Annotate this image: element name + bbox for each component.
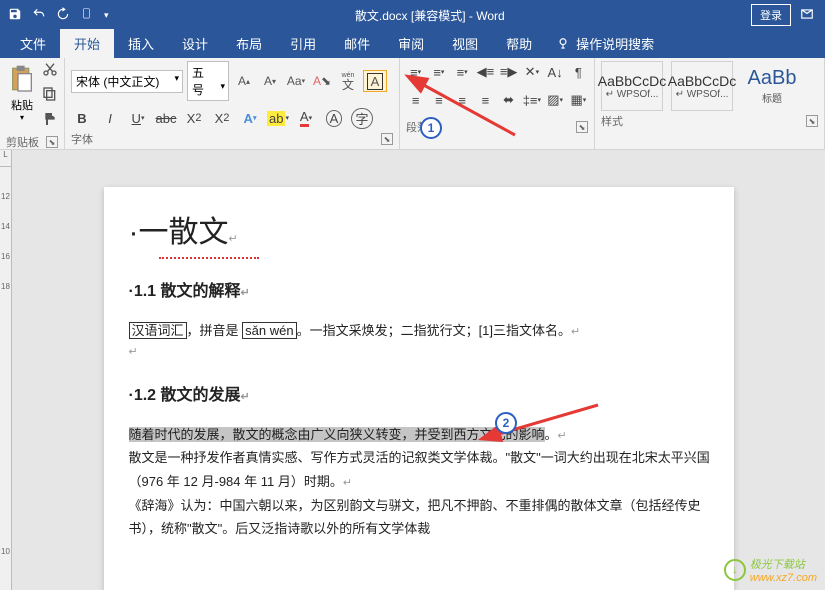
group-font: 宋体 (中文正文)▾ 五号▾ A▴ A▾ Aa▾ A⬊ wén文 A B I U… (65, 58, 400, 149)
tab-mailings[interactable]: 邮件 (330, 29, 384, 58)
asian-layout-button[interactable]: ✕▾ (522, 61, 541, 83)
save-icon[interactable] (8, 7, 22, 24)
vertical-ruler[interactable]: 12 14 16 18 10 (0, 167, 12, 590)
shrink-font-button[interactable]: A▾ (259, 71, 281, 91)
paragraph-dialog-launcher[interactable]: ⬊ (576, 121, 588, 133)
undo-icon[interactable] (32, 7, 46, 24)
paragraph-3: 散文是一种抒发作者真情实感、写作方式灵活的记叙类文学体裁。"散文"一词大约出现在… (129, 446, 714, 493)
annotation-callout-1: 1 (420, 117, 442, 139)
selected-text: 随着时代的发展，散文的概念由广义向狭义转变，并受到西方文化的影响 (129, 427, 545, 442)
document-page[interactable]: ·一散文↵ ·1.1 散文的解释↵ 汉语词汇，拼音是 sǎn wén。一指文采焕… (104, 187, 734, 590)
paste-label: 粘贴 (11, 97, 33, 113)
tab-insert[interactable]: 插入 (114, 29, 168, 58)
cut-icon[interactable] (42, 61, 58, 82)
align-right-button[interactable]: ≡ (453, 89, 472, 111)
tab-references[interactable]: 引用 (276, 29, 330, 58)
ruler-corner[interactable]: L (0, 150, 12, 167)
document-canvas[interactable]: ·一散文↵ ·1.1 散文的解释↵ 汉语词汇，拼音是 sǎn wén。一指文采焕… (12, 167, 825, 590)
font-group-label: 字体 (71, 131, 93, 147)
char-border-button[interactable]: A (363, 70, 387, 92)
window-title: 散文.docx [兼容模式] - Word (109, 7, 751, 24)
numbering-button[interactable]: ≡▾ (429, 61, 448, 83)
watermark: ↓ 极光下载站 www.xz7.com (724, 556, 817, 584)
superscript-button[interactable]: X2 (211, 107, 233, 129)
tab-help[interactable]: 帮助 (492, 29, 546, 58)
phonetic-guide-button[interactable]: wén文 (337, 71, 359, 91)
clipboard-dialog-launcher[interactable]: ⬊ (46, 136, 58, 148)
format-painter-icon[interactable] (42, 111, 58, 132)
paste-dropdown-icon[interactable]: ▾ (20, 113, 24, 122)
tab-file[interactable]: 文件 (6, 29, 60, 58)
align-left-button[interactable]: ≡ (406, 89, 425, 111)
group-styles: AaBbCcDc ↵ WPSOf... AaBbCcDc ↵ WPSOf... … (595, 58, 825, 149)
font-family-select[interactable]: 宋体 (中文正文)▾ (71, 70, 183, 93)
font-size-select[interactable]: 五号▾ (187, 61, 229, 101)
ribbon: 粘贴 ▾ 剪贴板⬊ 宋体 (中文正文)▾ 五号▾ A▴ A▾ Aa▾ A⬊ wé… (0, 58, 825, 150)
paragraph-4: 《辞海》认为：中国六朝以来，为区别韵文与骈文，把凡不押韵、不重排偶的散体文章（包… (129, 494, 714, 541)
copy-icon[interactable] (42, 86, 58, 107)
tell-me-label: 操作说明搜索 (576, 34, 654, 53)
increase-indent-button[interactable]: ≡▶ (499, 61, 518, 83)
underline-button[interactable]: U▾ (127, 107, 149, 129)
decrease-indent-button[interactable]: ◀≡ (476, 61, 495, 83)
highlight-color-button[interactable]: ab▾ (267, 107, 289, 129)
titlebar: ▾ 散文.docx [兼容模式] - Word 登录 (0, 0, 825, 30)
shading-button[interactable]: ▨▾ (546, 89, 565, 111)
style-wpsof1[interactable]: AaBbCcDc ↵ WPSOf... (601, 61, 663, 111)
char-shading-button[interactable]: A (323, 107, 345, 129)
subscript-button[interactable]: X2 (183, 107, 205, 129)
watermark-url: www.xz7.com (750, 572, 817, 584)
group-clipboard: 粘贴 ▾ 剪贴板 ⬊ (0, 58, 65, 149)
italic-button[interactable]: I (99, 107, 121, 129)
paste-button[interactable]: 粘贴 ▾ (6, 61, 38, 132)
distribute-button[interactable]: ⬌ (499, 89, 518, 111)
watermark-logo-icon: ↓ (724, 559, 746, 581)
styles-group-label: 样式 (601, 113, 623, 129)
bullets-button[interactable]: ≡▾ (406, 61, 425, 83)
heading-1-2: ·1.2 散文的发展↵ (129, 381, 714, 405)
show-marks-button[interactable]: ¶ (569, 61, 588, 83)
font-dialog-launcher[interactable]: ⬊ (381, 133, 393, 145)
empty-paragraph: ↵ (129, 343, 714, 363)
grow-font-button[interactable]: A▴ (233, 71, 255, 91)
annotation-callout-2: 2 (495, 412, 517, 434)
redo-icon[interactable] (56, 7, 70, 24)
touch-mode-icon[interactable] (80, 7, 94, 24)
watermark-name: 极光下载站 (750, 556, 817, 572)
strikethrough-button[interactable]: abc (155, 107, 177, 129)
tab-home[interactable]: 开始 (60, 29, 114, 58)
line-spacing-button[interactable]: ‡≡▾ (522, 89, 541, 111)
tab-view[interactable]: 视图 (438, 29, 492, 58)
styles-dialog-launcher[interactable]: ⬊ (806, 115, 818, 127)
align-justify-button[interactable]: ≡ (476, 89, 495, 111)
sort-button[interactable]: A↓ (546, 61, 565, 83)
font-color-button[interactable]: A▾ (295, 107, 317, 129)
paragraph-2: 随着时代的发展，散文的概念由广义向狭义转变，并受到西方文化的影响。↵ (129, 423, 714, 447)
tab-review[interactable]: 审阅 (384, 29, 438, 58)
tab-layout[interactable]: 布局 (222, 29, 276, 58)
align-center-button[interactable]: ≡ (429, 89, 448, 111)
text-effects-button[interactable]: A▾ (239, 107, 261, 129)
heading-1-1: ·1.1 散文的解释↵ (129, 277, 714, 301)
clipboard-label: 剪贴板 (6, 134, 39, 150)
clear-format-button[interactable]: A⬊ (311, 71, 333, 91)
ribbon-options-icon[interactable] (799, 7, 815, 24)
multilevel-button[interactable]: ≡▾ (453, 61, 472, 83)
paragraph-1: 汉语词汇，拼音是 sǎn wén。一指文采焕发；二指犹行文；[1]三指文体名。↵ (129, 319, 714, 343)
tell-me-search[interactable]: 操作说明搜索 (546, 29, 664, 58)
bold-button[interactable]: B (71, 107, 93, 129)
ribbon-tabs: 文件 开始 插入 设计 布局 引用 邮件 审阅 视图 帮助 操作说明搜索 (0, 30, 825, 58)
document-title: ·一散文↵ (129, 207, 714, 251)
borders-button[interactable]: ▦▾ (569, 89, 588, 111)
change-case-button[interactable]: Aa▾ (285, 71, 307, 91)
enclose-char-button[interactable]: 字 (351, 107, 373, 129)
style-wpsof2[interactable]: AaBbCcDc ↵ WPSOf... (671, 61, 733, 111)
tab-design[interactable]: 设计 (168, 29, 222, 58)
login-button[interactable]: 登录 (751, 4, 791, 26)
style-title[interactable]: AaBb 标题 (741, 61, 803, 111)
